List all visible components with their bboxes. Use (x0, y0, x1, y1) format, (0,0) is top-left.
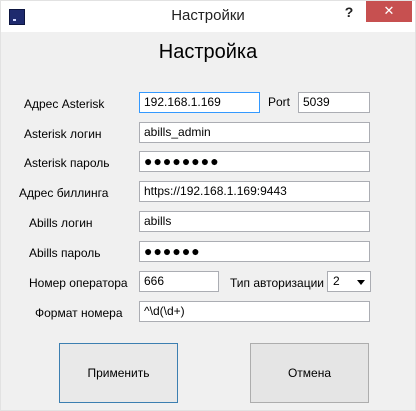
asterisk-password-label: Asterisk пароль (24, 156, 110, 170)
title-bar: Настройки ? ✕ (1, 1, 415, 32)
auth-type-value: 2 (333, 274, 340, 288)
apply-button[interactable]: Применить (59, 343, 178, 403)
abills-login-label: Abills логин (29, 216, 93, 230)
operator-number-label: Номер оператора (29, 276, 128, 290)
auth-type-select[interactable]: 2 (327, 271, 371, 292)
number-format-label: Формат номера (35, 306, 123, 320)
abills-password-label: Abills пароль (29, 246, 101, 260)
page-title: Настройка (158, 41, 258, 63)
port-input[interactable]: 5039 (298, 92, 370, 113)
billing-address-input[interactable]: https://192.168.1.169:9443 (139, 181, 370, 202)
auth-type-label: Тип авторизации (230, 276, 324, 290)
abills-login-input[interactable]: abills (139, 211, 370, 232)
asterisk-address-input[interactable]: 192.168.1.169 (139, 92, 260, 113)
close-icon: ✕ (383, 3, 395, 18)
abills-password-input[interactable]: ●●●●●● (139, 241, 370, 262)
port-label: Port (268, 95, 291, 109)
billing-address-label: Адрес биллинга (19, 186, 109, 200)
number-format-input[interactable]: ^\d(\d+) (139, 301, 370, 322)
settings-dialog: Настройки ? ✕ Настройка Адрес Asterisk 1… (0, 0, 416, 411)
asterisk-password-input[interactable]: ●●●●●●●● (139, 151, 370, 172)
asterisk-login-label: Asterisk логин (24, 127, 102, 141)
close-button[interactable]: ✕ (366, 1, 412, 22)
operator-number-input[interactable]: 666 (139, 271, 219, 292)
cancel-button[interactable]: Отмена (250, 343, 369, 403)
chevron-down-icon (357, 280, 365, 285)
asterisk-address-label: Адрес Asterisk (24, 97, 105, 111)
help-button[interactable]: ? (341, 4, 357, 24)
asterisk-login-input[interactable]: abills_admin (139, 122, 370, 143)
